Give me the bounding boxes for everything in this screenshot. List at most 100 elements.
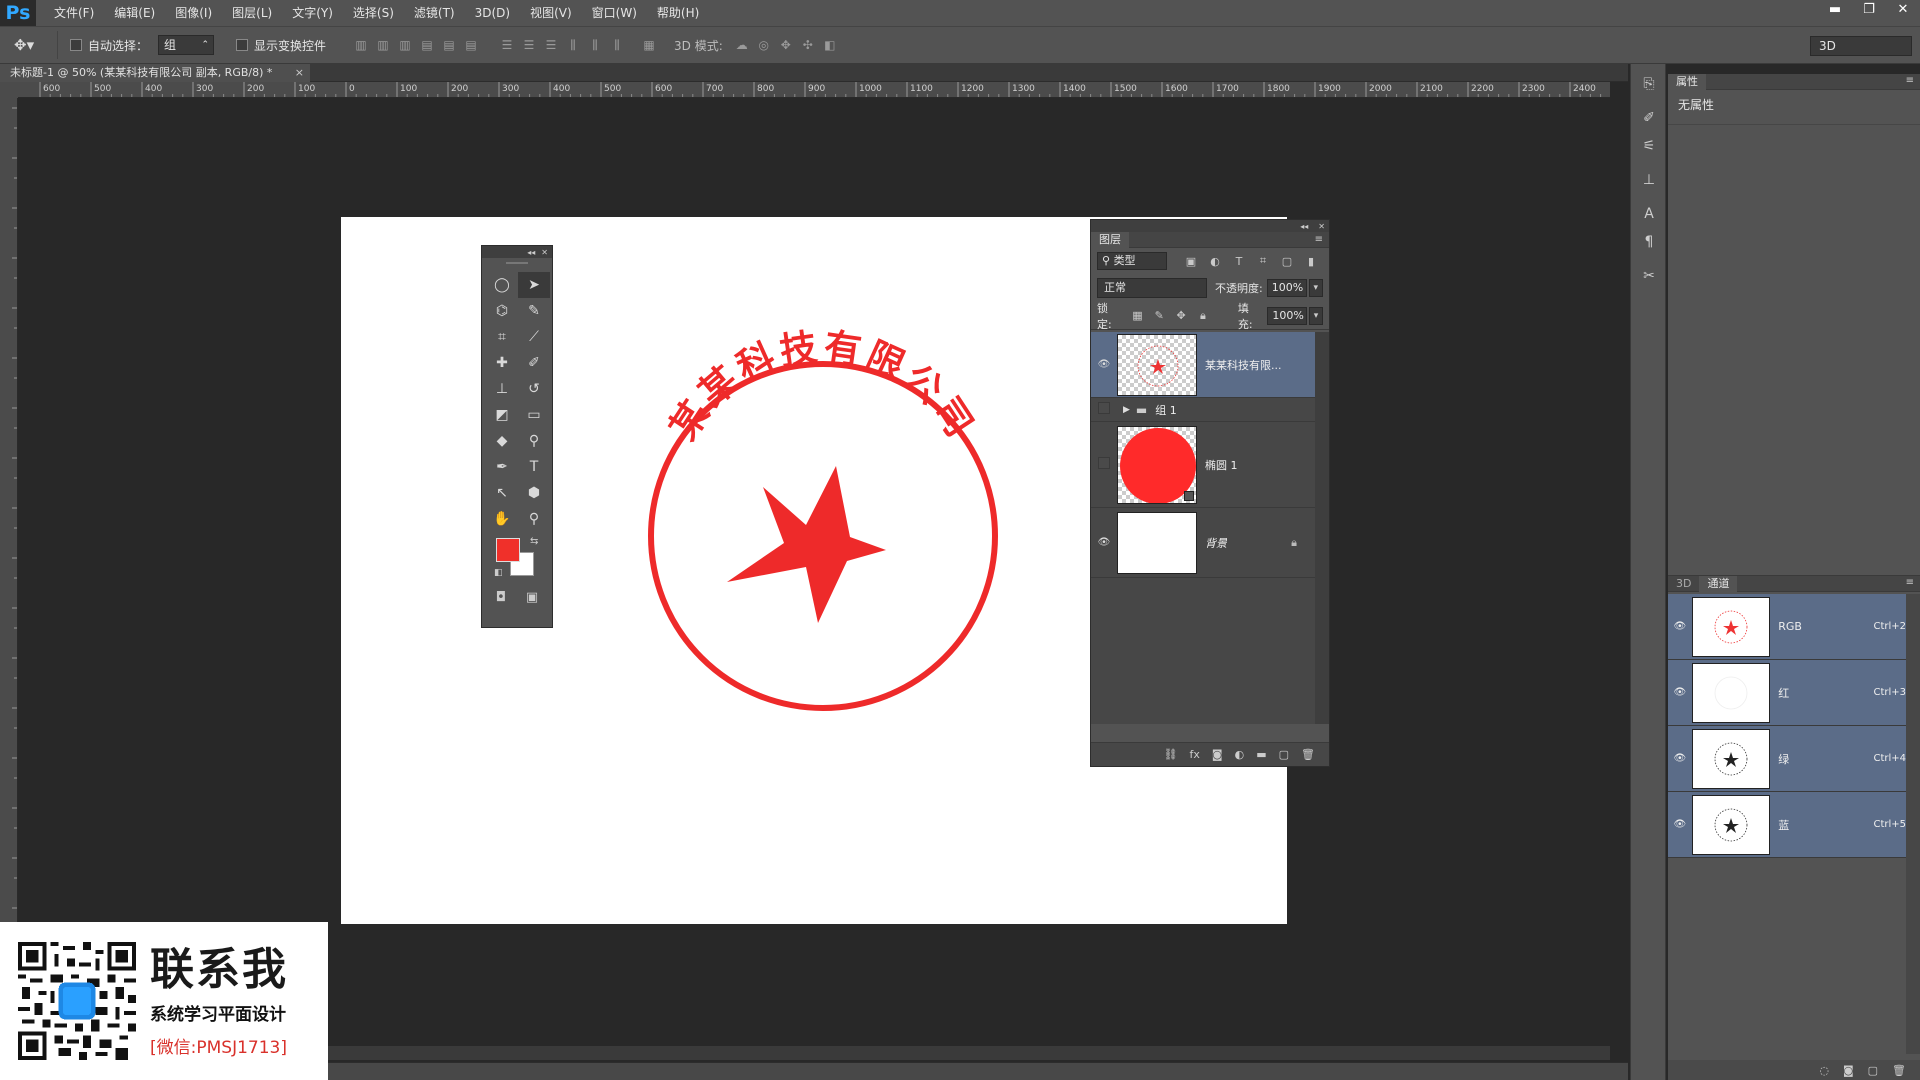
menu-window[interactable]: 窗口(W) <box>582 0 647 26</box>
quick-selection-icon[interactable]: ✎ <box>518 298 550 324</box>
close-icon[interactable]: ✕ <box>1318 222 1325 231</box>
tab-properties[interactable]: 属性 <box>1668 73 1706 90</box>
channel-row-red[interactable]: 👁︎ 红 Ctrl+3 <box>1668 660 1906 726</box>
dodge-icon[interactable]: ⚲ <box>518 428 550 454</box>
pan-3d-icon[interactable]: ✥ <box>775 35 797 55</box>
menu-layer[interactable]: 图层(L) <box>222 0 282 26</box>
lock-all-icon[interactable]: 🔒︎ <box>1192 309 1214 323</box>
ellipse-shape-icon[interactable]: ⬢ <box>518 480 550 506</box>
path-selection-icon[interactable]: ↖ <box>486 480 518 506</box>
fx-icon[interactable]: fx <box>1190 748 1200 761</box>
foreground-color-swatch[interactable] <box>496 538 520 562</box>
menu-select[interactable]: 选择(S) <box>343 0 404 26</box>
document-tab[interactable]: 未标题-1 @ 50% (某某科技有限公司 副本, RGB/8) * × <box>0 64 310 82</box>
restore-icon[interactable]: ❐ <box>1852 0 1886 18</box>
panel-menu-icon[interactable]: ≡ <box>1315 234 1323 245</box>
history-brush-icon[interactable]: ↺ <box>518 376 550 402</box>
filter-type-icon[interactable]: T <box>1227 255 1251 268</box>
tools-panel-grip[interactable] <box>482 258 552 268</box>
delete-channel-icon[interactable]: 🗑︎ <box>1892 1064 1906 1077</box>
default-colors-icon[interactable]: ◧ <box>494 568 503 578</box>
distribute-top-icon[interactable]: ☰ <box>496 35 518 55</box>
link-layers-icon[interactable]: ⛓ <box>1164 748 1178 761</box>
align-left-icon[interactable]: ▤ <box>416 35 438 55</box>
screen-mode-icon[interactable]: ▣ <box>526 590 538 605</box>
type-icon[interactable]: T <box>518 454 550 480</box>
load-selection-icon[interactable]: ◌ <box>1819 1064 1829 1077</box>
crop-icon[interactable]: ⌗ <box>486 324 518 350</box>
auto-select-target-select[interactable]: 组 <box>158 35 215 55</box>
distribute-bottom-icon[interactable]: ☰ <box>540 35 562 55</box>
close-icon[interactable]: ✕ <box>541 248 548 257</box>
character-icon[interactable]: A <box>1631 200 1667 228</box>
filter-smart-object-icon[interactable]: ▢ <box>1275 255 1299 268</box>
menu-3d[interactable]: 3D(D) <box>465 0 520 26</box>
filter-pixel-icon[interactable]: ▣ <box>1179 255 1203 268</box>
roll-3d-icon[interactable]: ◎ <box>753 35 775 55</box>
visibility-toggle[interactable] <box>1091 457 1117 472</box>
elliptical-marquee-icon[interactable]: ◯ <box>486 272 518 298</box>
orbit-3d-icon[interactable]: ☁ <box>731 35 753 55</box>
auto-align-icon[interactable]: ▦ <box>638 35 660 55</box>
eye-icon[interactable]: 👁︎ <box>1668 621 1692 632</box>
tab-layers[interactable]: 图层 <box>1091 231 1129 248</box>
eye-icon[interactable]: 👁︎ <box>1091 537 1117 548</box>
zoom-icon[interactable]: ⚲ <box>518 506 550 532</box>
eye-icon[interactable]: 👁︎ <box>1668 687 1692 698</box>
canvas-area[interactable]: 某某科技有限公司 <box>18 98 1610 1048</box>
tool-presets-icon[interactable]: ✂ <box>1631 262 1667 290</box>
menu-edit[interactable]: 编辑(E) <box>104 0 165 26</box>
channel-row-rgb[interactable]: 👁︎ RGB Ctrl+2 <box>1668 594 1906 660</box>
visibility-toggle[interactable] <box>1091 402 1117 417</box>
eyedropper-icon[interactable]: ⟋ <box>518 324 550 350</box>
delete-layer-icon[interactable]: 🗑︎ <box>1301 748 1315 761</box>
slide-3d-icon[interactable]: ✣ <box>797 35 819 55</box>
menu-type[interactable]: 文字(Y) <box>282 0 343 26</box>
fill-input[interactable]: 100% <box>1267 306 1308 325</box>
distribute-right-icon[interactable]: ⫼ <box>606 35 628 55</box>
paragraph-icon[interactable]: ¶ <box>1631 228 1667 256</box>
distribute-vcenter-icon[interactable]: ☰ <box>518 35 540 55</box>
panel-menu-icon[interactable]: ≡ <box>1906 75 1914 86</box>
menu-filter[interactable]: 滤镜(T) <box>404 0 465 26</box>
eye-icon[interactable]: 👁︎ <box>1091 359 1117 370</box>
show-transform-checkbox[interactable] <box>236 39 249 51</box>
layers-scrollbar[interactable] <box>1315 332 1329 724</box>
save-selection-icon[interactable]: ◙ <box>1843 1064 1854 1077</box>
layer-group-row[interactable]: ▶ ▬ 组 1 <box>1091 398 1317 422</box>
blur-icon[interactable]: ◆ <box>486 428 518 454</box>
opacity-dropdown-icon[interactable]: ▾ <box>1308 279 1323 297</box>
align-right-icon[interactable]: ▤ <box>460 35 482 55</box>
expand-arrow-icon[interactable]: ▶ <box>1123 405 1130 415</box>
brush-icon[interactable]: ✐ <box>518 350 550 376</box>
move-icon[interactable]: ➤ <box>518 272 550 298</box>
swap-colors-icon[interactable]: ⇆ <box>530 536 538 547</box>
eye-icon[interactable]: 👁︎ <box>1668 753 1692 764</box>
layer-row[interactable]: 椭圆 1 <box>1091 422 1317 508</box>
layer-row[interactable]: 👁︎ 某某科技有限... <box>1091 332 1317 398</box>
close-icon[interactable]: ✕ <box>1886 0 1920 18</box>
brush-preset-icon[interactable]: ✐ <box>1631 104 1667 132</box>
channel-row-blue[interactable]: 👁︎ 蓝 Ctrl+5 <box>1668 792 1906 858</box>
lock-position-icon[interactable]: ✥ <box>1170 309 1192 322</box>
opacity-input[interactable]: 100% <box>1266 279 1307 297</box>
eye-icon[interactable]: 👁︎ <box>1668 819 1692 830</box>
menu-help[interactable]: 帮助(H) <box>647 0 709 26</box>
clone-source-icon[interactable]: ⊥ <box>1631 166 1667 194</box>
channels-scrollbar[interactable] <box>1906 594 1920 1054</box>
new-channel-icon[interactable]: ▢ <box>1868 1064 1878 1077</box>
eraser-icon[interactable]: ◩ <box>486 402 518 428</box>
adjustment-layer-icon[interactable]: ◐ <box>1235 748 1245 761</box>
distribute-left-icon[interactable]: ⫼ <box>562 35 584 55</box>
minimize-icon[interactable]: ▬ <box>1818 0 1852 18</box>
workspace-select[interactable]: 3D <box>1810 36 1912 56</box>
filter-toggle-icon[interactable]: ▮ <box>1299 255 1323 268</box>
panel-menu-icon[interactable]: ≡ <box>1906 577 1914 588</box>
channel-row-green[interactable]: 👁︎ 绿 Ctrl+4 <box>1668 726 1906 792</box>
history-icon[interactable]: ⎘ <box>1631 70 1667 98</box>
tab-3d[interactable]: 3D <box>1668 576 1699 592</box>
new-group-icon[interactable]: ▬ <box>1256 748 1266 761</box>
filter-adjustment-icon[interactable]: ◐ <box>1203 255 1227 268</box>
move-tool-preset-icon[interactable]: ✥▾ <box>14 31 58 59</box>
close-tab-icon[interactable]: × <box>295 64 304 82</box>
